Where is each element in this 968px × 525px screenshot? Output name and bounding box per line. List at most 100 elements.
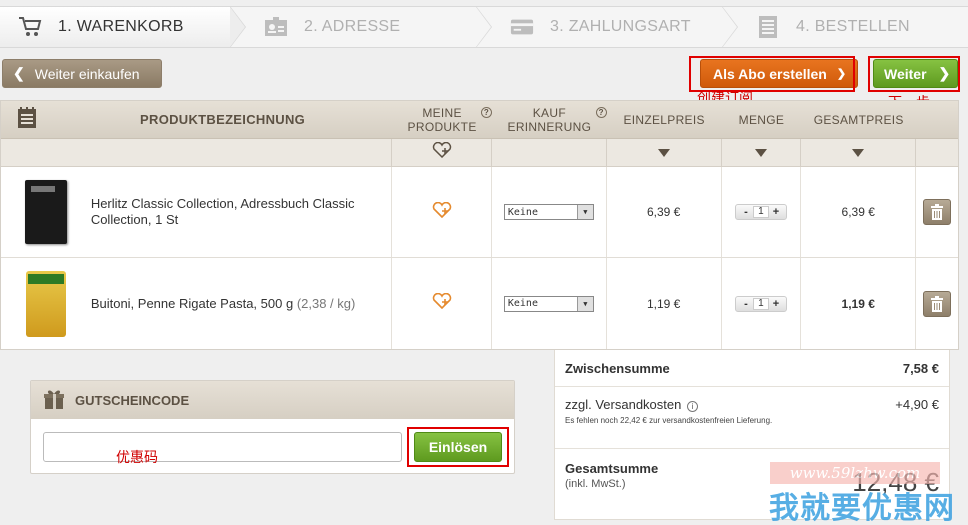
unit-price-info: (2,38 / kg) (296, 295, 356, 311)
shipping-value: +4,90 € (895, 397, 939, 412)
watermark-text: 我就要优惠网 (769, 491, 955, 525)
reminder-select-value: Keine (507, 206, 538, 218)
table-row: Herlitz Classic Collection, Adressbuch C… (1, 167, 958, 258)
total-price: 6,39 € (801, 167, 917, 257)
step-label: 2. ADRESSE (304, 18, 401, 35)
total-label: Gesamtsumme (565, 461, 659, 476)
notepad-icon (17, 107, 37, 132)
table-header: PRODUKTBEZEICHNUNG MEINE PRODUKTE ? KAUF… (1, 101, 958, 139)
help-icon[interactable]: ? (480, 107, 492, 118)
column-product: PRODUKTBEZEICHNUNG (140, 112, 306, 127)
column-my-products: MEINE PRODUKTE ? (392, 101, 492, 138)
product-name-cell: Buitoni, Penne Rigate Pasta, 500 g (2,38… (91, 258, 393, 349)
shipping-note: Es fehlen noch 22,42 € zur versandkosten… (565, 416, 773, 425)
gift-icon (43, 388, 65, 413)
column-reminder-line1: KAUF (532, 105, 566, 120)
step-order[interactable]: 4. BESTELLEN (722, 6, 968, 48)
column-reminder-line2: ERINNERUNG (507, 119, 592, 134)
unit-price: 6,39 € (607, 167, 722, 257)
heart-plus-icon[interactable] (432, 292, 452, 314)
sort-unit-price[interactable] (607, 139, 722, 166)
minus-icon[interactable]: - (739, 298, 753, 310)
heart-plus-icon (432, 141, 452, 163)
cart-table: PRODUKTBEZEICHNUNG MEINE PRODUKTE ? KAUF… (0, 100, 959, 350)
column-my-products-line2: PRODUKTE (407, 119, 477, 134)
pasta-thumbnail (25, 270, 66, 337)
total-price: 1,19 € (801, 258, 917, 349)
reminder-select[interactable]: Keine ▼ (503, 295, 594, 312)
trash-icon[interactable] (923, 199, 952, 225)
highlight-box-next (868, 56, 960, 92)
quantity-stepper[interactable]: - 1 + (734, 204, 787, 220)
voucher-box: GUTSCHEINCODE Einlösen (30, 380, 515, 474)
trash-icon[interactable] (923, 290, 952, 317)
info-icon[interactable]: i (686, 401, 698, 412)
unit-price: 1,19 € (607, 258, 722, 349)
column-quantity: MENGE (738, 112, 785, 127)
minus-icon[interactable]: - (739, 206, 753, 218)
address-book-thumbnail (24, 180, 67, 244)
step-address[interactable]: 2. ADRESSE (230, 6, 492, 48)
reminder-cell: Keine ▼ (492, 167, 607, 257)
reminder-cell: Keine ▼ (492, 258, 607, 349)
checkout-steps: 1. WARENKORB 2. ADRESSE 3. ZAHLUNGSART 4… (0, 6, 968, 48)
column-actions (916, 101, 958, 138)
credit-card-icon (510, 16, 534, 38)
reminder-select-value: Keine (507, 298, 538, 309)
continue-shopping-button[interactable]: ❮ Weiter einkaufen (2, 59, 162, 88)
voucher-header: GUTSCHEINCODE (31, 381, 514, 419)
sort-total-price[interactable] (801, 139, 917, 166)
quantity-cell: - 1 + (722, 258, 802, 349)
quantity-value[interactable]: 1 (752, 206, 769, 218)
order-list-icon (756, 16, 780, 38)
my-products-filter[interactable] (392, 139, 492, 166)
watermark-url: www.59lzhw.com (770, 462, 940, 484)
reminder-select[interactable]: Keine ▼ (503, 204, 594, 220)
sort-down-icon (754, 148, 767, 157)
total-tax-note: (inkl. MwSt.) (565, 478, 626, 490)
sort-down-icon (657, 148, 670, 157)
column-total-price: GESAMTPREIS (813, 112, 904, 127)
product-name-text: Buitoni, Penne Rigate Pasta, 500 g (90, 295, 294, 311)
plus-icon[interactable]: + (769, 298, 783, 310)
subtotal-label: Zwischensumme (565, 360, 670, 376)
voucher-code-input[interactable] (43, 432, 402, 462)
my-products-cell (392, 258, 492, 349)
sort-quantity[interactable] (722, 139, 802, 166)
annotation-voucher: 优惠码 (116, 450, 158, 466)
voucher-title: GUTSCHEINCODE (75, 392, 190, 408)
heart-plus-icon[interactable] (432, 201, 452, 223)
product-name[interactable]: Buitoni, Penne Rigate Pasta, 500 g (2,38… (91, 296, 356, 312)
product-image[interactable] (1, 167, 91, 257)
product-name[interactable]: Herlitz Classic Collection, Adressbuch C… (91, 196, 391, 228)
delete-cell (916, 258, 958, 349)
step-payment[interactable]: 3. ZAHLUNGSART (476, 6, 738, 48)
column-my-products-line1: MEINE (422, 105, 462, 120)
subtotal-row: Zwischensumme 7,58 € (555, 350, 949, 387)
my-products-cell (392, 167, 492, 257)
shipping-label: zzgl. Versandkosten (565, 397, 682, 412)
quantity-stepper[interactable]: - 1 + (734, 295, 787, 312)
subtotal-value: 7,58 € (902, 360, 939, 376)
plus-icon[interactable]: + (769, 206, 783, 218)
continue-shopping-label: Weiter einkaufen (34, 65, 140, 82)
product-name-cell: Herlitz Classic Collection, Adressbuch C… (91, 167, 393, 257)
product-image[interactable] (1, 258, 91, 349)
dropdown-arrow-icon: ▼ (576, 205, 593, 219)
column-unit-price: EINZELPREIS (623, 112, 705, 127)
step-cart[interactable]: 1. WARENKORB (0, 6, 246, 48)
table-row: Buitoni, Penne Rigate Pasta, 500 g (2,38… (1, 258, 958, 349)
column-icon-cell (1, 101, 53, 138)
dropdown-arrow-icon: ▼ (576, 296, 593, 311)
step-label: 1. WARENKORB (58, 18, 184, 35)
step-label: 3. ZAHLUNGSART (550, 18, 691, 35)
sort-down-icon (852, 148, 865, 157)
help-icon[interactable]: ? (595, 107, 607, 118)
step-label: 4. BESTELLEN (796, 18, 910, 35)
column-reminder: KAUF ERINNERUNG ? (492, 101, 607, 138)
quantity-value[interactable]: 1 (752, 297, 769, 310)
chevron-left-icon: ❮ (13, 65, 25, 81)
highlight-box-redeem (407, 427, 509, 467)
highlight-box-abo (689, 56, 855, 92)
delete-cell (916, 167, 958, 257)
